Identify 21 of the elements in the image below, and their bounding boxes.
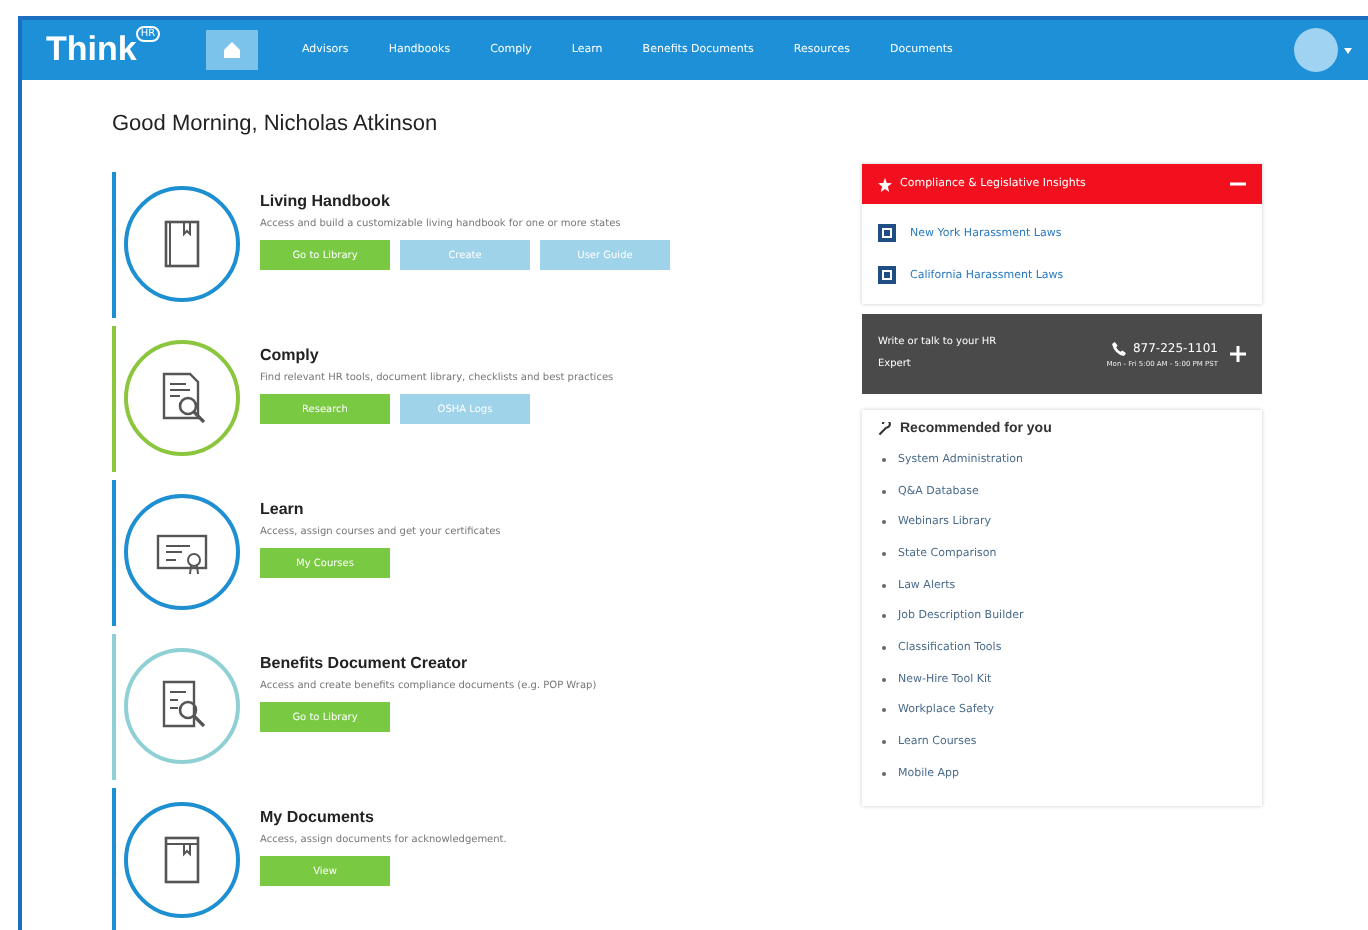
document-icon xyxy=(878,266,896,284)
certificate-icon xyxy=(124,494,240,610)
home-icon xyxy=(222,40,242,60)
checklist-search-icon xyxy=(124,648,240,764)
card-title: Learn xyxy=(260,500,306,518)
book-icon xyxy=(124,186,240,302)
card-title: My Documents xyxy=(260,808,376,826)
book-icon xyxy=(124,802,240,918)
home-button[interactable] xyxy=(206,30,258,70)
star-icon xyxy=(878,177,892,191)
caret-icon[interactable] xyxy=(1344,47,1352,53)
logo-text[interactable]: Think xyxy=(46,30,137,70)
plus-icon[interactable] xyxy=(1230,346,1246,362)
avatar[interactable] xyxy=(1294,28,1338,72)
card-title: Living Handbook xyxy=(260,192,392,210)
document-icon xyxy=(878,224,896,242)
greeting-heading: Good Morning, Nicholas Atkinson xyxy=(112,112,440,136)
card-title: Comply xyxy=(260,346,321,364)
card-title: Benefits Document Creator xyxy=(260,654,470,672)
phone-icon xyxy=(1112,341,1127,355)
document-search-icon xyxy=(124,340,240,456)
